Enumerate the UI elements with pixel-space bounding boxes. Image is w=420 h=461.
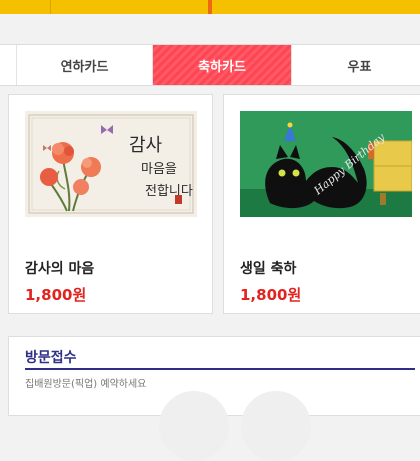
card-category-tabs: 연하카드 축하카드 우표 <box>0 44 420 86</box>
top-banner <box>0 0 420 14</box>
carnation-card-image: 감사 마음을 전합니다 <box>25 111 197 217</box>
card-calligraphy-2: 마음을 <box>141 162 177 177</box>
product-name: 감사의 마음 <box>25 261 95 277</box>
product-name: 생일 축하 <box>240 261 297 277</box>
pickup-option-button[interactable] <box>241 391 311 461</box>
banner-divider <box>50 0 51 14</box>
tab-stamp[interactable]: 우표 <box>291 45 420 85</box>
tab-celebration-card[interactable]: 축하카드 <box>153 45 291 85</box>
visit-title-underline <box>25 368 415 370</box>
pickup-option-button[interactable] <box>159 391 229 461</box>
product-price: 1,800원 <box>25 286 87 304</box>
product-price: 1,800원 <box>240 286 302 304</box>
product-card-birthday[interactable]: Happy Birthday 생일 축하 1,800원 <box>223 94 420 314</box>
banner-accent <box>208 0 212 14</box>
visit-pickup-title: 방문접수 <box>25 350 77 366</box>
card-calligraphy-1: 감사 <box>129 135 163 156</box>
black-cat-birthday-image: Happy Birthday <box>240 111 412 217</box>
product-card-thanks[interactable]: 감사 마음을 전합니다 감사의 마음 1,800원 <box>8 94 213 314</box>
visit-pickup-subtitle: 집배원방문(픽업) 예약하세요 <box>25 379 147 390</box>
card-calligraphy-3: 전합니다 <box>145 184 193 199</box>
visit-pickup-panel: 방문접수 집배원방문(픽업) 예약하세요 <box>8 336 420 461</box>
tab-new-year-card[interactable]: 연하카드 <box>16 45 153 85</box>
